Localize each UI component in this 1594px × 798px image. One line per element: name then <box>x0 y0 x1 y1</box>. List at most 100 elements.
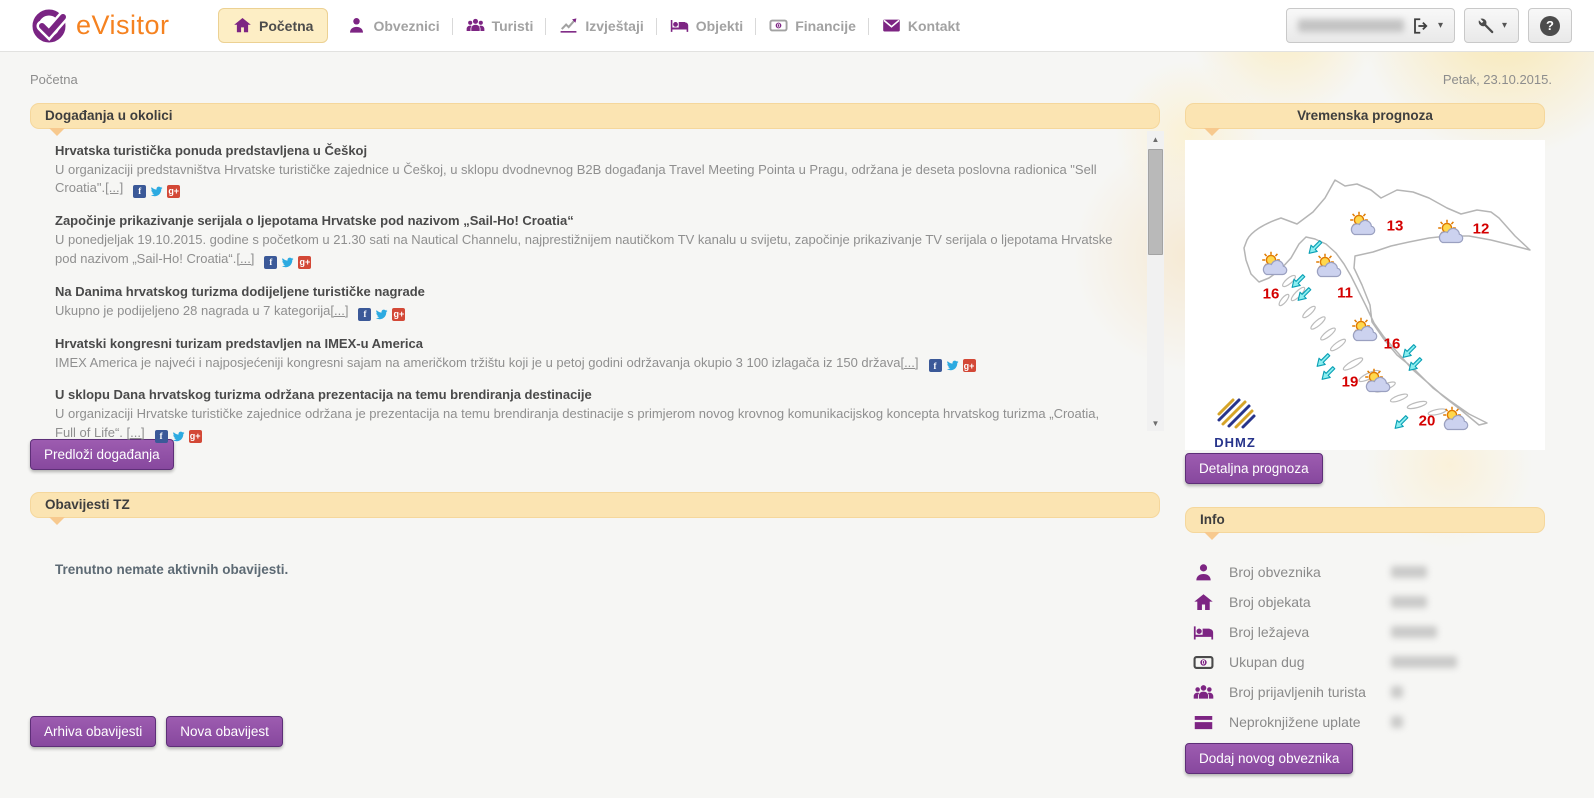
nav-item-objekti[interactable]: Objekti <box>657 9 756 42</box>
info-label: Broj prijavljenih turista <box>1229 684 1391 700</box>
nav-item-label: Turisti <box>492 18 534 34</box>
user-menu-button[interactable]: ▾ <box>1286 8 1455 43</box>
app-logo[interactable]: eVisitor <box>30 7 218 45</box>
nav-item-izvjestaji[interactable]: Izvještaji <box>546 9 656 42</box>
events-panel-title: Događanja u okolici <box>45 108 173 123</box>
banknote-icon: 0 <box>769 16 788 35</box>
dhmz-label: DHMZ <box>1203 435 1267 450</box>
temperature-label: 11 <box>1337 285 1353 302</box>
panel-pointer <box>1204 532 1220 540</box>
events-scrollbar[interactable]: ▲ ▼ <box>1147 131 1164 431</box>
new-notice-button[interactable]: Nova obavijest <box>166 716 283 747</box>
info-value-blurred <box>1391 596 1427 608</box>
wind-arrow-icon <box>1407 356 1424 378</box>
banknote-icon: 0 <box>1190 652 1216 673</box>
info-panel-header: Info <box>1185 507 1545 533</box>
facebook-share-icon[interactable]: f <box>155 430 168 443</box>
twitter-share-icon[interactable] <box>281 256 294 269</box>
right-column: Vremenska prognoza <box>1185 103 1545 774</box>
share-icons: f g+ <box>929 359 976 372</box>
info-label: Ukupan dug <box>1229 654 1391 670</box>
help-button[interactable]: ? <box>1528 8 1572 43</box>
temperature-label: 12 <box>1473 221 1490 238</box>
person-icon <box>1190 562 1216 583</box>
facebook-share-icon[interactable]: f <box>264 256 277 269</box>
facebook-share-icon[interactable]: f <box>133 185 146 198</box>
bed-icon <box>1190 622 1216 643</box>
card-icon <box>1190 712 1216 733</box>
chevron-down-icon: ▾ <box>1438 20 1443 31</box>
facebook-share-icon[interactable]: f <box>358 308 371 321</box>
twitter-share-icon[interactable] <box>172 430 185 443</box>
evisitor-logo-icon <box>30 7 68 45</box>
read-more-link[interactable]: [...] <box>236 251 254 266</box>
scroll-up-icon[interactable]: ▲ <box>1147 131 1164 147</box>
info-panel-title: Info <box>1200 512 1225 527</box>
news-item: Na Danima hrvatskog turizma dodijeljene … <box>55 284 1120 321</box>
twitter-share-icon[interactable] <box>375 308 388 321</box>
info-value-blurred <box>1391 716 1403 728</box>
nav-item-label: Početna <box>259 18 313 34</box>
temperature-label: 16 <box>1384 336 1401 353</box>
notices-empty-text: Trenutno nemate aktivnih obavijesti. <box>55 562 1160 577</box>
news-title[interactable]: U sklopu Dana hrvatskog turizma održana … <box>55 387 1120 402</box>
dhmz-logo: DHMZ <box>1203 392 1267 450</box>
facebook-share-icon[interactable]: f <box>929 359 942 372</box>
wrench-icon <box>1476 17 1494 35</box>
svg-text:0: 0 <box>777 23 780 29</box>
read-more-link[interactable]: [...] <box>330 303 348 318</box>
notices-body: Trenutno nemate aktivnih obavijesti. <box>30 518 1160 716</box>
sun-cloud-icon <box>1360 368 1396 399</box>
scroll-down-icon[interactable]: ▼ <box>1147 415 1164 431</box>
googleplus-share-icon[interactable]: g+ <box>963 359 976 372</box>
nav-item-pocetna[interactable]: Početna <box>218 8 328 43</box>
info-value-blurred <box>1391 626 1437 638</box>
googleplus-share-icon[interactable]: g+ <box>392 308 405 321</box>
tools-menu-button[interactable]: ▾ <box>1464 8 1519 43</box>
scrollbar-thumb[interactable] <box>1148 149 1163 255</box>
twitter-share-icon[interactable] <box>946 359 959 372</box>
info-label: Broj ležajeva <box>1229 624 1391 640</box>
archive-notices-button[interactable]: Arhiva obavijesti <box>30 716 156 747</box>
share-icons: f g+ <box>155 430 202 443</box>
weather-map: DHMZ 13121611161920 <box>1185 140 1545 450</box>
breadcrumb[interactable]: Početna <box>30 72 78 87</box>
googleplus-share-icon[interactable]: g+ <box>189 430 202 443</box>
weather-panel-title: Vremenska prognoza <box>1297 108 1433 123</box>
panel-pointer <box>49 517 65 525</box>
detailed-forecast-button[interactable]: Detaljna prognoza <box>1185 453 1323 484</box>
news-title[interactable]: Hrvatski kongresni turizam predstavljen … <box>55 336 1120 351</box>
news-text: Ukupno je podijeljeno 28 nagrada u 7 kat… <box>55 303 330 318</box>
nav-item-kontakt[interactable]: Kontakt <box>869 9 973 42</box>
info-row: 0 Ukupan dug <box>1190 647 1545 677</box>
notices-panel-header: Obavijesti TZ <box>30 492 1160 518</box>
chart-icon <box>559 16 578 35</box>
twitter-share-icon[interactable] <box>150 185 163 198</box>
nav-item-obveznici[interactable]: Obveznici <box>334 9 452 42</box>
sun-cloud-icon <box>1438 406 1474 437</box>
news-text: U organizaciji predstavništva Hrvatske t… <box>55 162 1097 195</box>
nav-item-label: Financije <box>795 18 856 34</box>
suggest-events-button[interactable]: Predloži događanja <box>30 439 174 470</box>
read-more-link[interactable]: [...] <box>105 180 123 195</box>
read-more-link[interactable]: [...] <box>900 355 918 370</box>
brand-name: eVisitor <box>76 10 170 41</box>
chevron-down-icon: ▾ <box>1502 20 1507 31</box>
nav-item-turisti[interactable]: Turisti <box>453 9 547 42</box>
main-nav: Početna Obveznici Turisti IzvještajiObjekti… <box>218 8 973 43</box>
googleplus-share-icon[interactable]: g+ <box>298 256 311 269</box>
add-obveznik-button[interactable]: Dodaj novog obveznika <box>1185 743 1353 774</box>
share-icons: f g+ <box>133 185 180 198</box>
info-rows: Broj obveznika Broj objekata Broj ležajeva… <box>1185 533 1545 743</box>
googleplus-share-icon[interactable]: g+ <box>167 185 180 198</box>
home-icon <box>233 16 252 35</box>
news-title[interactable]: Na Danima hrvatskog turizma dodijeljene … <box>55 284 1120 299</box>
news-title[interactable]: Hrvatska turistička ponuda predstavljena… <box>55 143 1120 158</box>
news-text: U ponedjeljak 19.10.2015. godine s počet… <box>55 232 1112 265</box>
news-item: Hrvatski kongresni turizam predstavljen … <box>55 336 1120 373</box>
read-more-link[interactable]: [...] <box>127 425 145 440</box>
info-row: Broj objekata <box>1190 587 1545 617</box>
info-label: Broj obveznika <box>1229 564 1391 580</box>
news-title[interactable]: Započinje prikazivanje serijala o ljepot… <box>55 213 1120 228</box>
nav-item-financije[interactable]: 0 Financije <box>756 9 869 42</box>
